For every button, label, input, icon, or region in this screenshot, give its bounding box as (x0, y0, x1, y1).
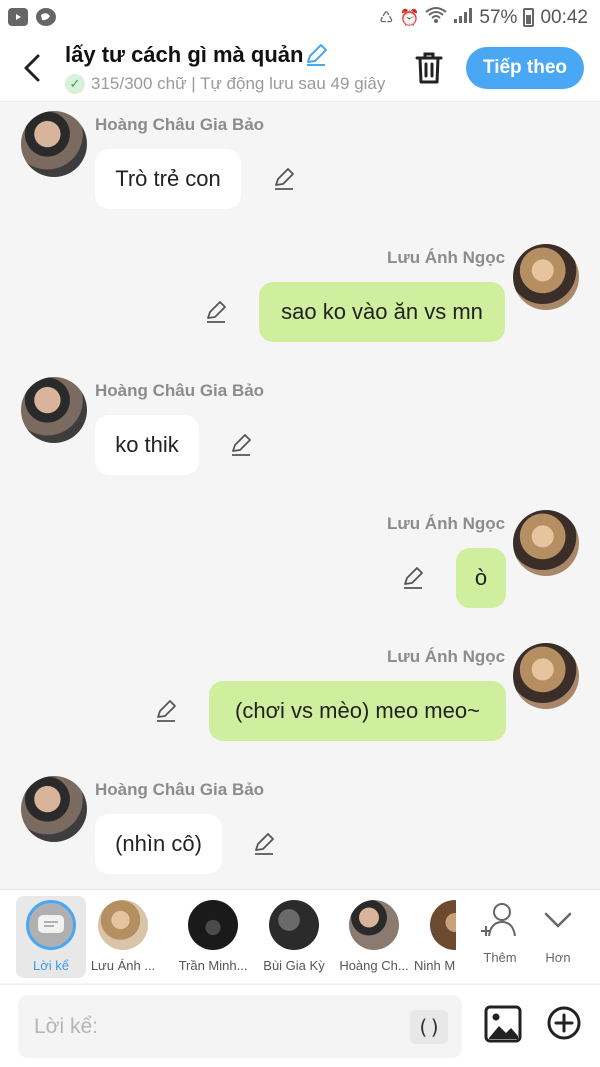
pencil-icon (275, 168, 294, 190)
avatar[interactable] (513, 244, 579, 310)
avatar[interactable] (513, 643, 579, 709)
chevron-down-icon (544, 912, 572, 928)
avatar[interactable] (21, 111, 87, 177)
edit-message-button[interactable] (229, 433, 253, 457)
edit-message-button[interactable] (401, 566, 425, 590)
sender-name: Hoàng Châu Gia Bảo (95, 115, 265, 134)
clock: 00:42 (540, 6, 588, 28)
plus-circle-icon (547, 1006, 581, 1040)
pencil-icon (307, 44, 327, 66)
edit-title-button[interactable] (303, 42, 329, 68)
back-button[interactable] (14, 48, 50, 88)
message-bubble[interactable]: (nhìn cô) (95, 814, 222, 874)
battery-icon (523, 8, 535, 27)
sender-name: Lưu Ánh Ngọc (387, 647, 506, 666)
signal-icon (453, 6, 473, 29)
pencil-icon (232, 434, 251, 456)
story-title[interactable]: lấy tư cách gì mà quản (65, 42, 303, 68)
message-bubble[interactable]: (chơi vs mèo) meo meo~ (209, 681, 506, 741)
edit-message-button[interactable] (204, 300, 228, 324)
narrator-icon (26, 900, 76, 950)
image-button[interactable] (484, 1005, 522, 1043)
character-name: Bùi Gia Kỳ (263, 958, 325, 973)
narrator-selector[interactable]: Lời kể (16, 896, 86, 978)
avatar[interactable] (21, 776, 87, 842)
add-person-icon (481, 903, 516, 937)
trash-icon (415, 52, 443, 84)
youtube-icon (8, 8, 28, 26)
pencil-icon (207, 301, 226, 323)
wifi-icon (425, 6, 448, 29)
message-bubble[interactable]: Trò trẻ con (95, 149, 241, 209)
character-avatar (349, 900, 399, 950)
character-avatar (430, 900, 456, 950)
image-icon (484, 1005, 522, 1043)
avatar[interactable] (21, 377, 87, 443)
add-character-button[interactable]: Thêm (472, 900, 528, 970)
chat-area: Hoàng Châu Gia Bảo Trò trẻ con Lưu Ánh N… (0, 103, 600, 889)
sender-name: Hoàng Châu Gia Bảo (95, 381, 265, 400)
character-avatar (269, 900, 319, 950)
check-icon: ✓ (65, 74, 85, 94)
recycle-icon: ♺ (379, 9, 394, 27)
message-bubble[interactable]: sao ko vào ăn vs mn (259, 282, 505, 342)
character-name: Hoàng Ch... (339, 958, 409, 973)
delete-button[interactable] (413, 50, 445, 86)
pencil-icon (157, 700, 176, 722)
parentheses-button[interactable]: () (410, 1010, 448, 1044)
sender-name: Lưu Ánh Ngọc (387, 514, 506, 533)
composer-box: () (18, 995, 462, 1058)
character-name: Lưu Ánh ... (90, 958, 156, 973)
character-item[interactable]: Trần Minh... (175, 896, 251, 978)
narration-input[interactable] (34, 995, 404, 1058)
sender-name: Lưu Ánh Ngọc (387, 248, 506, 267)
avatar[interactable] (513, 510, 579, 576)
character-avatar (188, 900, 238, 950)
edit-message-button[interactable] (154, 699, 178, 723)
edit-message-button[interactable] (252, 832, 276, 856)
character-item[interactable]: Hoàng Ch... (336, 896, 412, 978)
character-name: Ninh M (414, 958, 456, 973)
character-bar: Lời kể Lưu Ánh ... Trần Minh... Bùi Gia … (0, 889, 600, 983)
message-bubble[interactable]: ò (456, 548, 506, 608)
editor-header: lấy tư cách gì mà quản ✓ 315/300 chữ | T… (0, 36, 600, 102)
chevron-left-icon (24, 54, 40, 82)
message-bubble[interactable]: ko thik (95, 415, 199, 475)
pencil-icon (255, 833, 274, 855)
add-button[interactable] (546, 1005, 582, 1041)
narrator-label: Lời kể (33, 958, 69, 973)
character-item[interactable]: Lưu Ánh ... (85, 896, 161, 978)
status-bar: ♺ ⏰ 57% 00:42 (0, 0, 600, 36)
browser-icon (36, 8, 56, 26)
edit-message-button[interactable] (272, 167, 296, 191)
character-item[interactable]: Ninh M (404, 896, 456, 978)
next-button[interactable]: Tiếp theo (466, 47, 584, 89)
word-count-autosave: 315/300 chữ | Tự động lưu sau 49 giây (91, 74, 386, 93)
character-avatar (98, 900, 148, 950)
save-status: ✓ 315/300 chữ | Tự động lưu sau 49 giây (65, 74, 393, 94)
alarm-icon: ⏰ (399, 9, 420, 27)
character-item[interactable]: Bùi Gia Kỳ (256, 896, 332, 978)
battery-percent: 57% (479, 6, 518, 28)
sender-name: Hoàng Châu Gia Bảo (95, 780, 265, 799)
pencil-icon (404, 567, 423, 589)
more-button[interactable]: Hơn (530, 900, 586, 970)
add-character-label: Thêm (483, 950, 517, 965)
character-name: Trần Minh... (178, 958, 248, 973)
more-label: Hơn (545, 950, 571, 965)
composer: () (0, 984, 600, 1067)
